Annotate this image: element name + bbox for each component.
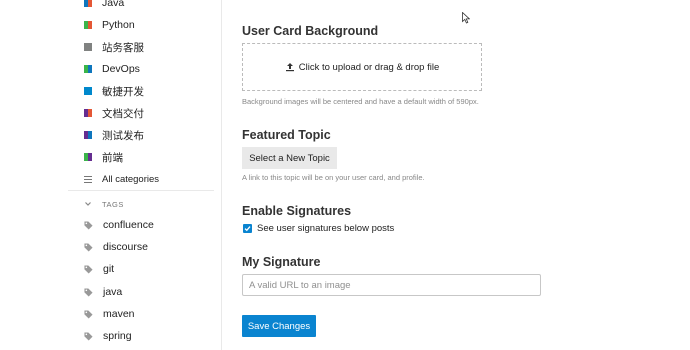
sidebar-tag-label: git xyxy=(103,263,115,275)
sidebar-tag-item[interactable]: spring xyxy=(84,327,132,345)
user-card-background-title: User Card Background xyxy=(242,24,379,38)
tags-section-toggle[interactable]: TAGS xyxy=(84,197,124,211)
sidebar-category-label: 文档交付 xyxy=(102,107,144,120)
see-signatures-label: See user signatures below posts xyxy=(257,222,395,234)
category-color-swatch xyxy=(84,0,92,7)
sidebar-tag-label: spring xyxy=(103,330,132,342)
category-color-swatch xyxy=(84,65,92,73)
select-topic-button[interactable]: Select a New Topic xyxy=(242,147,337,169)
sidebar-category-item[interactable]: 前端 xyxy=(84,148,123,166)
see-signatures-option[interactable]: See user signatures below posts xyxy=(242,222,394,234)
category-color-swatch xyxy=(84,43,92,51)
sidebar-category-label: Python xyxy=(102,19,135,31)
tags-header-label: TAGS xyxy=(102,199,124,209)
upload-dropzone[interactable]: Click to upload or drag & drop file xyxy=(242,43,482,91)
sidebar-category-item[interactable]: DevOps xyxy=(84,60,140,78)
mouse-cursor-icon xyxy=(462,12,470,24)
sidebar-tag-label: maven xyxy=(103,308,135,320)
all-categories-label: All categories xyxy=(102,173,160,185)
sidebar-category-item[interactable]: 站务客服 xyxy=(84,38,144,56)
profile-settings-form: User Card Background Click to upload or … xyxy=(242,0,682,350)
category-color-swatch xyxy=(84,153,92,161)
sidebar-tag-item[interactable]: git xyxy=(84,260,114,278)
tag-icon xyxy=(84,331,93,341)
signature-url-input[interactable] xyxy=(242,274,541,296)
sidebar-category-label: 测试发布 xyxy=(102,129,144,142)
enable-signatures-title: Enable Signatures xyxy=(242,204,352,218)
sidebar-category-item[interactable]: Java xyxy=(84,0,124,12)
tag-icon xyxy=(84,264,93,274)
category-color-swatch xyxy=(84,87,92,95)
sidebar-category-item[interactable]: 文档交付 xyxy=(84,104,144,122)
tag-icon xyxy=(84,220,93,230)
sidebar-category-label: 前端 xyxy=(102,151,123,164)
sidebar-category-label: 敏捷开发 xyxy=(102,85,144,98)
user-card-help-text: Background images will be centered and h… xyxy=(242,97,479,106)
see-signatures-checkbox[interactable] xyxy=(243,223,252,233)
tag-icon xyxy=(84,287,93,297)
sidebar-tag-label: java xyxy=(103,286,123,298)
sidebar-tag-label: discourse xyxy=(103,241,148,253)
category-color-swatch xyxy=(84,109,92,117)
upload-label: Click to upload or drag & drop file xyxy=(298,61,440,73)
category-color-swatch xyxy=(84,131,92,139)
upload-icon xyxy=(285,63,294,72)
sidebar-category-label: 站务客服 xyxy=(102,41,144,54)
sidebar-category-label: Java xyxy=(102,0,125,9)
sidebar: Java Python 站务客服 DevOps 敏捷开发文档交付测试发布前端 All c… xyxy=(0,0,222,350)
sidebar-tag-item[interactable]: discourse xyxy=(84,238,148,256)
sidebar-tag-item[interactable]: java xyxy=(84,283,122,301)
sidebar-category-item[interactable]: 敏捷开发 xyxy=(84,82,144,100)
sidebar-divider xyxy=(68,190,214,191)
tag-icon xyxy=(84,309,93,319)
checkmark-icon xyxy=(244,225,251,231)
sidebar-category-item[interactable]: Python xyxy=(84,16,135,34)
my-signature-title: My Signature xyxy=(242,255,321,269)
featured-topic-help-text: A link to this topic will be on your use… xyxy=(242,173,425,182)
chevron-down-icon xyxy=(84,200,92,208)
all-categories-link[interactable]: All categories xyxy=(84,171,159,187)
save-changes-button[interactable]: Save Changes xyxy=(242,315,316,337)
sidebar-category-item[interactable]: 测试发布 xyxy=(84,126,144,144)
sidebar-tag-item[interactable]: maven xyxy=(84,305,135,323)
featured-topic-title: Featured Topic xyxy=(242,128,331,142)
sidebar-tag-label: confluence xyxy=(103,219,154,231)
list-icon xyxy=(84,175,92,184)
tag-icon xyxy=(84,242,93,252)
category-color-swatch xyxy=(84,21,92,29)
sidebar-tag-item[interactable]: confluence xyxy=(84,216,154,234)
sidebar-category-label: DevOps xyxy=(102,63,140,75)
